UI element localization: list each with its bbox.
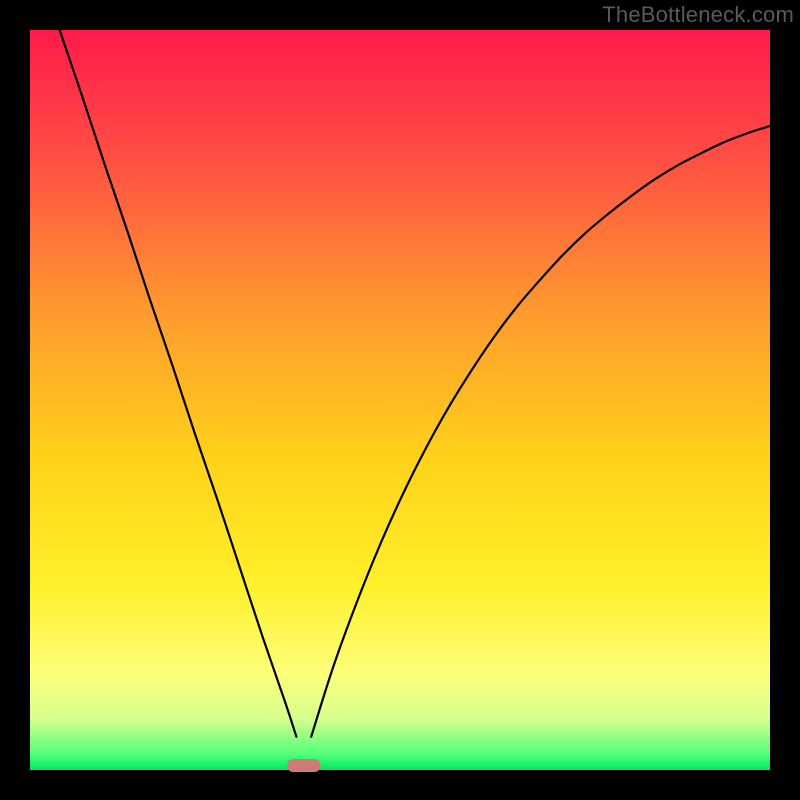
attribution-text: TheBottleneck.com bbox=[602, 2, 794, 28]
chart-canvas bbox=[0, 0, 800, 800]
bottleneck-chart: TheBottleneck.com bbox=[0, 0, 800, 800]
chart-gradient-bg bbox=[30, 30, 770, 770]
optimal-range-marker bbox=[287, 759, 320, 772]
